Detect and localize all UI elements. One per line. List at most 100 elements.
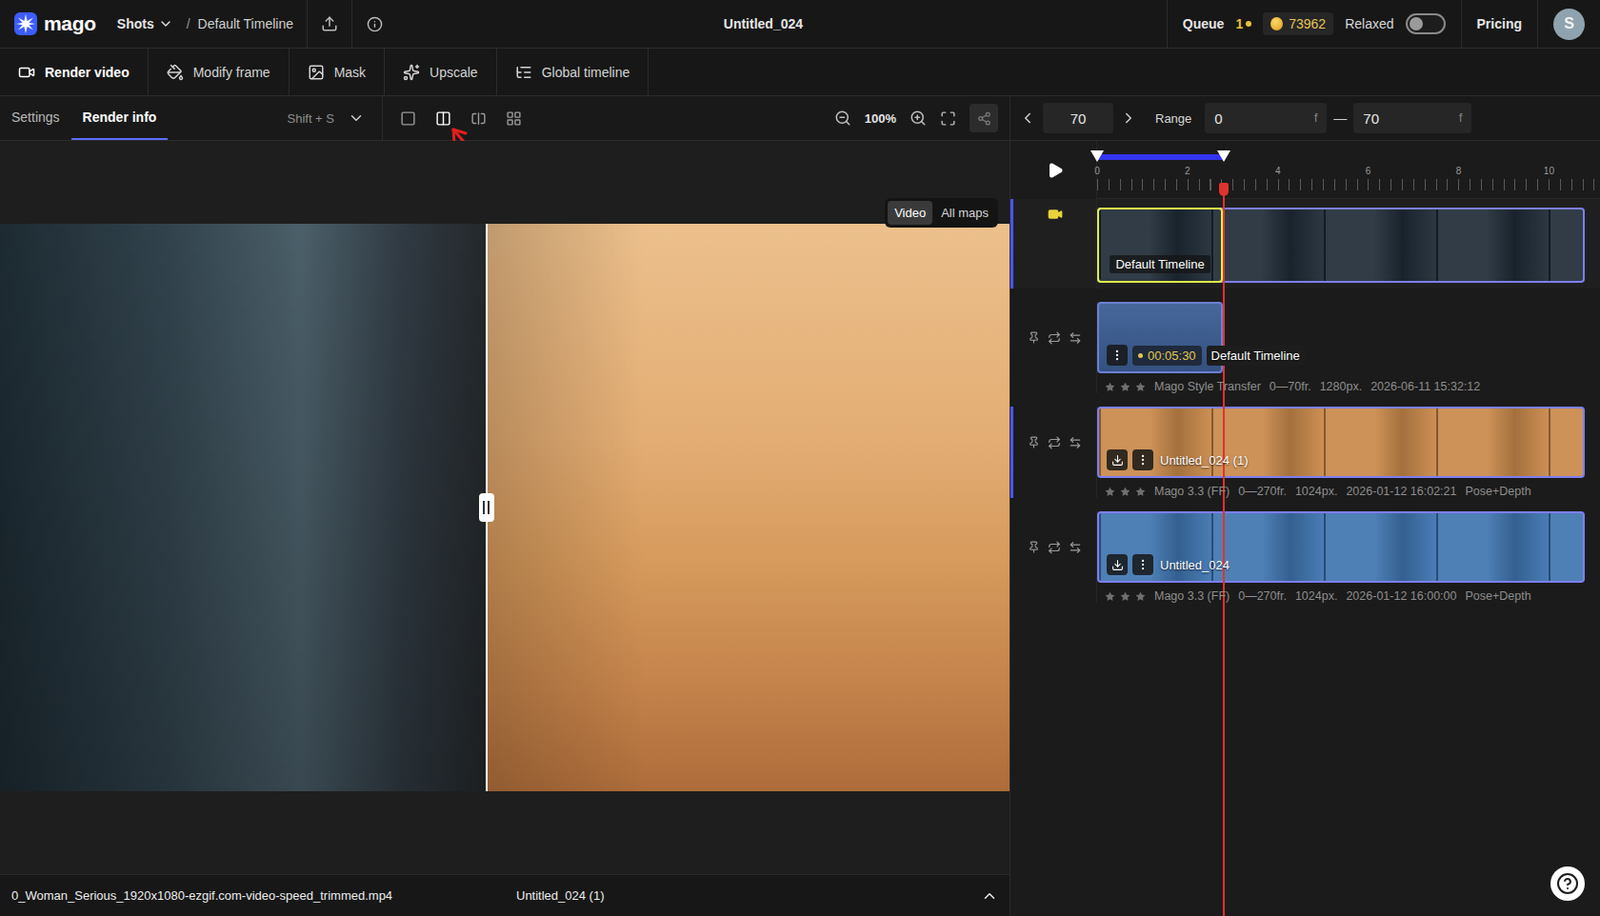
queue-status[interactable]: Queue173962Relaxed	[1166, 0, 1461, 48]
tick-label: 8	[1456, 165, 1462, 177]
swap-button[interactable]	[1068, 540, 1082, 555]
pricing-link[interactable]: Pricing	[1460, 0, 1538, 48]
tool-button[interactable]: Mask	[289, 48, 385, 96]
paint-bucket-icon	[166, 63, 184, 81]
rating[interactable]	[1104, 381, 1146, 393]
tool-button[interactable]: Global timeline	[497, 48, 650, 96]
repeat-button[interactable]	[1047, 331, 1061, 345]
next-frame-button[interactable]	[1117, 103, 1140, 133]
relaxed-toggle[interactable]	[1405, 13, 1446, 35]
download-button[interactable]	[1106, 554, 1128, 576]
single-view-icon	[400, 110, 417, 127]
meta-item: 1280px.	[1320, 380, 1362, 394]
expand-button[interactable]	[980, 887, 999, 905]
timeline-clip[interactable]: Default Timeline	[1097, 207, 1585, 283]
star-icon[interactable]	[1104, 381, 1116, 393]
star-icon[interactable]	[1120, 381, 1131, 393]
tool-button[interactable]: Modify frame	[148, 48, 290, 96]
preview-mode[interactable]: Video	[887, 200, 933, 225]
star-icon[interactable]	[1120, 591, 1131, 602]
meta-item: Mago 3.3 (FF)	[1154, 484, 1230, 499]
account: S	[1537, 0, 1600, 48]
repeat-button[interactable]	[1047, 540, 1061, 555]
swap-icon	[1068, 436, 1082, 450]
rating[interactable]	[1104, 591, 1146, 602]
tick-label: 0	[1094, 165, 1100, 177]
range-end-field[interactable]: 70f	[1353, 102, 1472, 134]
share-button[interactable]	[969, 103, 999, 133]
repeat-button[interactable]	[1047, 436, 1061, 450]
panel-tab[interactable]: Settings	[0, 96, 72, 140]
zoom-in-button[interactable]	[909, 109, 927, 127]
info-button[interactable]	[352, 0, 399, 48]
credits: 73962	[1262, 12, 1334, 36]
star-icon[interactable]	[1104, 591, 1116, 602]
render-meta: Mago 3.3 (FF)0—270fr.1024px.2026-01-12 1…	[1097, 582, 1600, 603]
swap-button[interactable]	[1068, 436, 1082, 450]
range-bar[interactable]	[1097, 154, 1224, 160]
tick-label: 6	[1365, 165, 1372, 177]
chevron-down-icon	[158, 16, 174, 32]
panel-shortcut[interactable]: Shift + S	[270, 96, 383, 140]
frame-field[interactable]: 70	[1042, 102, 1114, 134]
avatar[interactable]: S	[1553, 8, 1585, 40]
zoom-out-button[interactable]	[834, 109, 852, 127]
star-icon[interactable]	[1104, 486, 1116, 498]
range-start-handle[interactable]	[1090, 150, 1104, 162]
preview-area: VideoAll maps	[0, 140, 1010, 875]
play-button[interactable]	[1046, 140, 1064, 200]
rating[interactable]	[1104, 486, 1146, 498]
render-clip[interactable]: Untitled_024 (1)	[1097, 406, 1585, 479]
meta-item: 0—270fr.	[1238, 484, 1287, 499]
more-button[interactable]	[1132, 554, 1154, 576]
more-button[interactable]	[1106, 344, 1128, 366]
view-mode-button[interactable]	[400, 110, 417, 127]
render-track: 00:05:30Default TimelineMago Style Trans…	[1010, 288, 1600, 394]
star-icon[interactable]	[1120, 486, 1131, 498]
shots-menu[interactable]: Shots	[109, 0, 180, 48]
logo[interactable]: mago	[0, 0, 110, 48]
ruler-row: 0246810	[1010, 140, 1600, 200]
fullscreen-button[interactable]	[940, 110, 957, 127]
pin-button[interactable]	[1027, 436, 1040, 449]
top-bar: magoShots/Default TimelineUntitled_024Qu…	[0, 0, 1600, 49]
star-icon[interactable]	[1135, 591, 1146, 602]
swap-button[interactable]	[1068, 331, 1082, 345]
duration-badge: 00:05:30	[1132, 345, 1202, 366]
preview-toolbar: SettingsRender infoShift + S100%	[0, 96, 1010, 141]
prev-frame-button[interactable]	[1016, 103, 1040, 133]
download-button[interactable]	[1106, 449, 1128, 471]
app: magoShots/Default TimelineUntitled_024Qu…	[0, 0, 1600, 916]
range-start-field[interactable]: 0f	[1204, 102, 1327, 134]
tool-button[interactable]: Render video	[0, 48, 149, 96]
timeline-name[interactable]: Default Timeline	[198, 0, 307, 48]
source-frame	[0, 223, 487, 792]
pin-button[interactable]	[1027, 540, 1040, 554]
compare-slider[interactable]	[485, 223, 488, 792]
help-button[interactable]	[1550, 866, 1585, 901]
range-end-handle[interactable]	[1217, 150, 1231, 162]
more-button[interactable]	[1132, 449, 1154, 471]
track-gutter	[1010, 511, 1098, 603]
view-mode-button[interactable]	[505, 110, 522, 127]
view-mode-button[interactable]	[435, 110, 452, 127]
share-icon	[977, 111, 992, 126]
render-clip[interactable]: 00:05:30Default Timeline	[1097, 301, 1223, 374]
meta-item: 0—270fr.	[1238, 589, 1287, 603]
render-clip[interactable]: Untitled_024	[1097, 511, 1585, 583]
pin-button[interactable]	[1027, 331, 1040, 344]
repeat-icon	[1047, 436, 1061, 450]
tool-button[interactable]: Upscale	[384, 48, 498, 96]
ruler[interactable]: 0246810	[1097, 140, 1600, 200]
playhead[interactable]	[1222, 182, 1225, 916]
export-button[interactable]	[306, 0, 353, 48]
star-icon[interactable]	[1135, 486, 1146, 498]
panel-tab[interactable]: Render info	[71, 96, 169, 140]
star-icon[interactable]	[1135, 381, 1146, 393]
timeline-panel: 70Range0f—70f0246810Default Timeline00:0…	[1010, 96, 1600, 916]
preview-mode[interactable]: All maps	[934, 200, 996, 225]
meta-item: Pose+Depth	[1464, 484, 1531, 499]
mago-logo-icon	[13, 11, 39, 37]
swap-icon	[1068, 540, 1082, 555]
view-mode-button[interactable]	[470, 110, 487, 127]
